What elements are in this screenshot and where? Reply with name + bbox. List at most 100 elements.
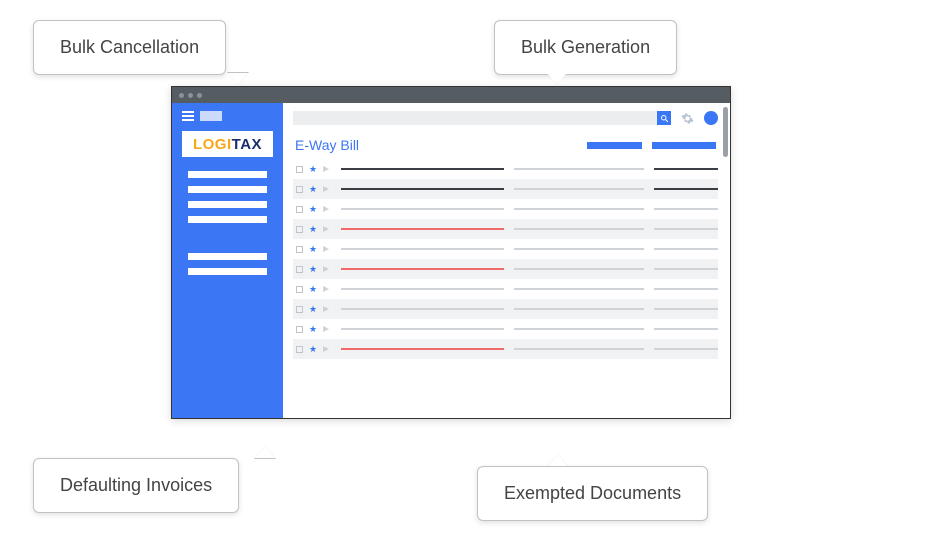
table-row[interactable]: ★ (293, 319, 718, 339)
row-line-main (341, 168, 504, 170)
callout-label: Bulk Generation (521, 37, 650, 57)
row-line-end (654, 248, 718, 250)
arrow-icon (323, 306, 333, 312)
avatar-icon[interactable] (704, 111, 718, 125)
row-line-end (654, 268, 718, 270)
callout-label: Defaulting Invoices (60, 475, 212, 495)
row-line-sub (514, 308, 644, 310)
action-bar-2[interactable] (652, 142, 716, 149)
app-window: LOGITAX (171, 86, 731, 419)
row-checkbox[interactable] (296, 206, 303, 213)
table-row[interactable]: ★ (293, 239, 718, 259)
nav-group-1 (172, 171, 283, 231)
star-icon[interactable]: ★ (309, 184, 317, 195)
arrow-icon (323, 346, 333, 352)
row-checkbox[interactable] (296, 306, 303, 313)
star-icon[interactable]: ★ (309, 344, 317, 355)
sidebar-nav-item[interactable] (188, 171, 267, 178)
logo-part2: TAX (232, 136, 262, 153)
row-line-sub (514, 328, 644, 330)
row-checkbox[interactable] (296, 186, 303, 193)
sidebar-nav-item[interactable] (188, 268, 267, 275)
arrow-icon (323, 186, 333, 192)
table-row[interactable]: ★ (293, 279, 718, 299)
callout-bulk-generation: Bulk Generation (494, 20, 677, 75)
row-checkbox[interactable] (296, 266, 303, 273)
pointer-icon (548, 454, 568, 466)
row-checkbox[interactable] (296, 346, 303, 353)
window-control-dot[interactable] (197, 93, 202, 98)
table-row[interactable]: ★ (293, 339, 718, 359)
logo: LOGITAX (182, 131, 273, 157)
row-line-end (654, 228, 718, 230)
row-line-main (341, 188, 504, 190)
arrow-icon (323, 326, 333, 332)
invoice-table: ★ ★ ★ ★ ★ ★ ★ ★ ★ ★ (293, 159, 718, 359)
gear-icon[interactable] (681, 112, 694, 125)
hamburger-menu-icon[interactable] (182, 111, 194, 121)
star-icon[interactable]: ★ (309, 324, 317, 335)
scrollbar-thumb[interactable] (723, 107, 728, 157)
logo-part1: LOGI (193, 136, 232, 153)
row-line-end (654, 308, 718, 310)
callout-defaulting-invoices: Defaulting Invoices (33, 458, 239, 513)
window-titlebar (172, 87, 730, 103)
star-icon[interactable]: ★ (309, 284, 317, 295)
nav-group-2 (172, 253, 283, 283)
row-checkbox[interactable] (296, 166, 303, 173)
sidebar: LOGITAX (172, 103, 283, 418)
arrow-icon (323, 206, 333, 212)
row-line-sub (514, 248, 644, 250)
row-checkbox[interactable] (296, 326, 303, 333)
star-icon[interactable]: ★ (309, 224, 317, 235)
row-checkbox[interactable] (296, 226, 303, 233)
callout-bulk-cancellation: Bulk Cancellation (33, 20, 226, 75)
row-line-main (341, 248, 504, 250)
search-icon (660, 114, 669, 123)
row-line-end (654, 168, 718, 170)
star-icon[interactable]: ★ (309, 264, 317, 275)
table-row[interactable]: ★ (293, 159, 718, 179)
row-line-main (341, 348, 504, 350)
table-row[interactable]: ★ (293, 199, 718, 219)
sidebar-nav-item[interactable] (188, 201, 267, 208)
search-input[interactable] (293, 111, 671, 125)
sidebar-nav-item[interactable] (188, 253, 267, 260)
search-button[interactable] (657, 111, 671, 125)
row-line-end (654, 348, 718, 350)
row-line-main (341, 288, 504, 290)
arrow-icon (323, 166, 333, 172)
row-line-main (341, 268, 504, 270)
row-line-sub (514, 288, 644, 290)
row-line-end (654, 208, 718, 210)
row-checkbox[interactable] (296, 286, 303, 293)
star-icon[interactable]: ★ (309, 164, 317, 175)
table-row[interactable]: ★ (293, 259, 718, 279)
row-line-sub (514, 188, 644, 190)
sidebar-nav-item[interactable] (188, 186, 267, 193)
page-title: E-Way Bill (295, 137, 359, 153)
main-content: E-Way Bill ★ ★ ★ ★ ★ ★ ★ ★ ★ ★ (283, 103, 730, 418)
row-line-sub (514, 348, 644, 350)
row-checkbox[interactable] (296, 246, 303, 253)
star-icon[interactable]: ★ (309, 204, 317, 215)
window-control-dot[interactable] (179, 93, 184, 98)
arrow-icon (323, 226, 333, 232)
callout-label: Bulk Cancellation (60, 37, 199, 57)
star-icon[interactable]: ★ (309, 304, 317, 315)
row-line-main (341, 208, 504, 210)
table-row[interactable]: ★ (293, 299, 718, 319)
row-line-main (341, 228, 504, 230)
pointer-icon (547, 73, 567, 85)
sidebar-nav-item[interactable] (188, 216, 267, 223)
sidebar-tag (200, 111, 222, 121)
row-line-sub (514, 228, 644, 230)
action-bar-1[interactable] (587, 142, 642, 149)
table-row[interactable]: ★ (293, 219, 718, 239)
star-icon[interactable]: ★ (309, 244, 317, 255)
row-line-sub (514, 268, 644, 270)
row-line-main (341, 328, 504, 330)
pointer-icon (228, 73, 248, 85)
window-control-dot[interactable] (188, 93, 193, 98)
table-row[interactable]: ★ (293, 179, 718, 199)
